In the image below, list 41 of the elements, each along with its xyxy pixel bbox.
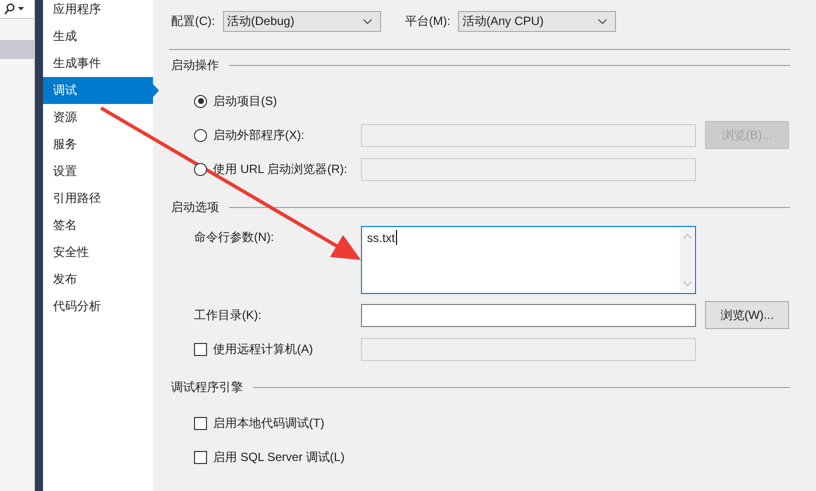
checkbox-label: 启用 SQL Server 调试(L)	[213, 448, 345, 466]
dropdown[interactable]: 活动(Any CPU)	[458, 11, 616, 32]
checkbox[interactable]	[194, 416, 207, 430]
browse-button[interactable]: 浏览(W)...	[705, 301, 789, 329]
sidebar-item[interactable]: 设置	[43, 158, 159, 185]
field-label: 工作目录(K):	[194, 306, 262, 324]
radio-label: 启动项目(S)	[213, 92, 277, 110]
input-field[interactable]	[361, 304, 696, 326]
radio-label: 使用 URL 启动浏览器(R):	[213, 160, 348, 178]
sidebar-item[interactable]: 生成	[43, 23, 159, 50]
sidebar-item[interactable]: 服务	[43, 131, 159, 158]
sidebar-item[interactable]: 生成事件	[43, 50, 159, 77]
radio-button[interactable]	[194, 94, 207, 108]
chevron-icon	[598, 19, 608, 24]
checkbox-label: 启用本地代码调试(T)	[213, 414, 324, 432]
sidebar-item[interactable]: 应用程序	[43, 0, 159, 23]
radio-button[interactable]	[194, 128, 207, 142]
field-label: 命令行参数(N):	[194, 229, 274, 246]
text-area[interactable]: ss.txt	[361, 226, 696, 294]
checkbox[interactable]	[194, 342, 207, 356]
search-field[interactable]	[0, 0, 34, 19]
dropdown[interactable]: 活动(Debug)	[223, 11, 381, 32]
sidebar-item[interactable]: 引用路径	[43, 185, 159, 212]
section-title: 调试程序引擎	[171, 378, 243, 396]
sidebar-item[interactable]: 安全性	[43, 239, 159, 266]
sidebar-item[interactable]: 代码分析	[43, 293, 159, 320]
sidebar-item[interactable]: 调试	[43, 77, 159, 104]
caret-icon	[18, 7, 24, 11]
field-label: 配置(C):	[171, 13, 215, 30]
checkbox-label: 使用远程计算机(A)	[213, 340, 313, 358]
radio-label: 启动外部程序(X):	[213, 126, 304, 144]
sidebar-item[interactable]: 发布	[43, 266, 159, 293]
search-icon	[4, 3, 15, 15]
radio-button[interactable]	[194, 162, 207, 176]
field-label: 平台(M):	[405, 13, 450, 30]
sidebar-item[interactable]: 资源	[43, 104, 159, 131]
sidebar-item[interactable]: 签名	[43, 212, 159, 239]
section-title: 启动选项	[171, 198, 219, 216]
checkbox[interactable]	[194, 450, 207, 464]
chevron-icon	[363, 19, 372, 24]
section-title: 启动操作	[171, 56, 219, 74]
